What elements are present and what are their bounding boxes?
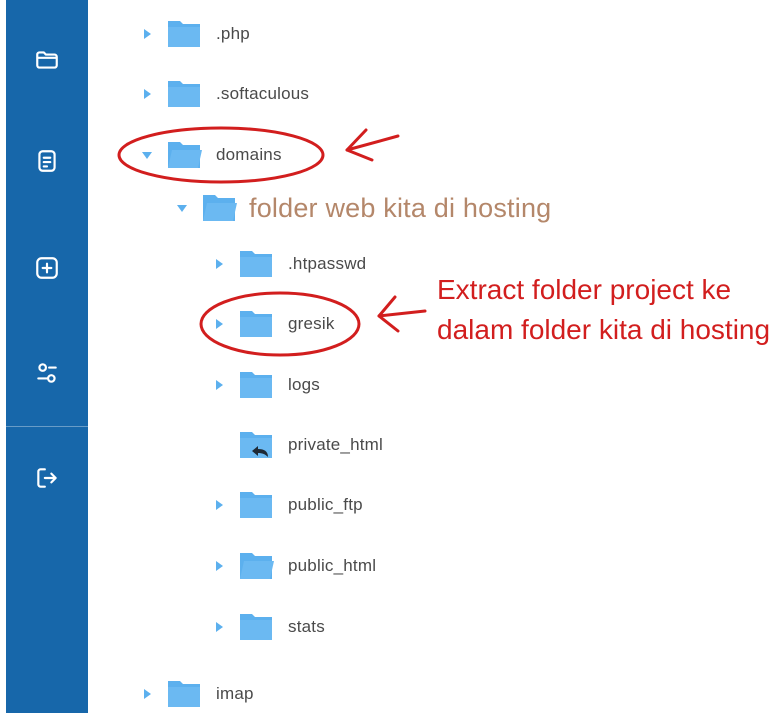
tree-item-label: domains [216, 145, 282, 164]
tree-item-logs[interactable]: logs [212, 365, 320, 405]
tree-item-imap[interactable]: imap [140, 674, 254, 714]
folder-icon [238, 249, 274, 279]
sidebar-logout-button[interactable] [27, 458, 67, 498]
arrow-left-icon [345, 128, 400, 162]
tree-item-label: public_ftp [288, 495, 363, 514]
folder-icon [238, 612, 274, 642]
caret-right-icon[interactable] [140, 687, 154, 701]
folder-open-icon [201, 193, 237, 223]
tree-item-label: .htpasswd [288, 254, 367, 273]
tree-item-label: logs [288, 375, 320, 394]
caret-down-icon[interactable] [175, 201, 189, 215]
tree-item-label: .softaculous [216, 84, 310, 103]
caret-right-icon[interactable] [212, 620, 226, 634]
tree-item-label: public_html [288, 556, 377, 575]
folder-icon [166, 79, 202, 109]
caret-right-icon[interactable] [212, 317, 226, 331]
caret-right-icon[interactable] [212, 378, 226, 392]
tree-item-stats[interactable]: stats [212, 607, 325, 647]
tree-item-php[interactable]: .php [140, 14, 250, 54]
folder-icon [238, 309, 274, 339]
tree-item-label: folder web kita di hosting [249, 192, 552, 223]
tree-item-folder-web[interactable]: folder web kita di hosting [175, 188, 551, 228]
sidebar-divider [6, 426, 88, 427]
tree-item-public-html[interactable]: public_html [212, 546, 376, 586]
tree-item-domains[interactable]: domains [140, 135, 282, 175]
caret-right-icon[interactable] [212, 257, 226, 271]
annotation-text: Extract folder project ke dalam folder k… [437, 274, 771, 345]
tree-item-label: stats [288, 617, 325, 636]
annotation-overlay [117, 126, 427, 357]
caret-right-icon[interactable] [212, 559, 226, 573]
tree-item-label: imap [216, 684, 254, 703]
sidebar-new-button[interactable] [27, 248, 67, 288]
sidebar [6, 0, 88, 713]
folder-icon [166, 679, 202, 709]
folder-open-icon [238, 551, 274, 581]
caret-down-icon[interactable] [140, 148, 154, 162]
folder-open-icon [166, 140, 202, 170]
sidebar-editor-button[interactable] [27, 141, 67, 181]
sidebar-files-button[interactable] [27, 40, 67, 80]
document-icon [38, 150, 56, 172]
folder-symlink-icon [238, 430, 274, 460]
tree-item-private-html[interactable]: private_html [212, 425, 383, 465]
tree-item-gresik[interactable]: gresik [212, 304, 335, 344]
logout-icon [37, 468, 57, 488]
tree-item-htpasswd[interactable]: .htpasswd [212, 244, 366, 284]
sidebar-settings-button[interactable] [27, 353, 67, 393]
folder-icon [166, 19, 202, 49]
arrow-left-icon [377, 295, 427, 333]
folder-icon [238, 490, 274, 520]
caret-right-icon[interactable] [140, 87, 154, 101]
sliders-icon [37, 363, 57, 383]
tree-item-public-ftp[interactable]: public_ftp [212, 485, 363, 525]
caret-right-icon[interactable] [212, 498, 226, 512]
tree-item-label: gresik [288, 314, 335, 333]
plus-square-icon [36, 257, 58, 279]
tree-item-label: .php [216, 24, 250, 43]
tree-item-label: private_html [288, 435, 383, 454]
tree-item-softaculous[interactable]: .softaculous [140, 74, 309, 114]
folder-icon [36, 51, 58, 69]
folder-icon [238, 370, 274, 400]
caret-right-icon[interactable] [140, 27, 154, 41]
